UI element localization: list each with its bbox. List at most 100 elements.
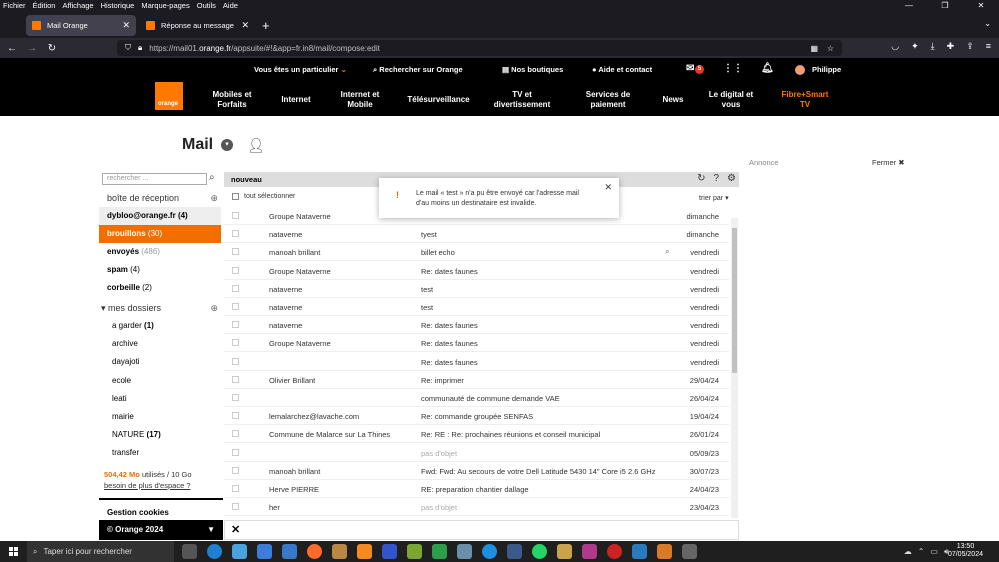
maximize-icon[interactable]: ❐ bbox=[927, 0, 963, 12]
table-row[interactable]: her pas d'objet 23/04/23 bbox=[224, 498, 729, 517]
more-space-link[interactable]: besoin de plus d'espace ? bbox=[104, 481, 192, 490]
new-tab-icon[interactable]: + bbox=[262, 19, 270, 32]
mail-app-icon[interactable] bbox=[282, 544, 297, 559]
avatar[interactable] bbox=[795, 65, 805, 75]
menubar-item[interactable]: Édition bbox=[33, 0, 56, 12]
taskbar-search[interactable]: ⌕ Taper ici pour rechercher bbox=[27, 541, 174, 562]
app-icon[interactable] bbox=[657, 544, 672, 559]
sidebar-item-folder[interactable]: NATURE (17) bbox=[99, 426, 221, 444]
scrollbar-thumb[interactable] bbox=[732, 228, 737, 373]
app-icon[interactable] bbox=[557, 544, 572, 559]
sidebar-item-corbeille[interactable]: corbeille (2) bbox=[99, 279, 221, 297]
table-row[interactable]: Groupe Nataverne Re: dates faunes vendredi bbox=[224, 262, 729, 280]
particulier-menu[interactable]: Vous êtes un particulier ⌄ bbox=[254, 65, 347, 74]
table-row[interactable]: lemalarchez@lavache.com Re: commande grou… bbox=[224, 407, 729, 426]
app-icon[interactable] bbox=[432, 544, 447, 559]
table-row[interactable]: communauté de commune demande VAE 26/04/2… bbox=[224, 389, 729, 407]
inbox-header[interactable]: boîte de réception ⊕ bbox=[99, 189, 221, 207]
close-icon[interactable]: ✕ bbox=[231, 523, 240, 536]
sidebar-item-spam[interactable]: spam (4) bbox=[99, 261, 221, 279]
mail-envelope-icon[interactable]: ✉ bbox=[686, 63, 694, 74]
row-checkbox[interactable] bbox=[232, 248, 239, 256]
header-menu-item[interactable]: TV et divertissement bbox=[493, 90, 551, 110]
menubar-item[interactable]: Fichier bbox=[3, 0, 26, 12]
select-all-checkbox[interactable] bbox=[232, 193, 239, 200]
row-checkbox[interactable] bbox=[232, 466, 239, 474]
explorer-icon[interactable] bbox=[257, 544, 272, 559]
back-icon[interactable]: ← bbox=[2, 43, 22, 54]
menubar-item[interactable]: Aide bbox=[223, 0, 238, 12]
header-menu-item[interactable]: Le digital et vous bbox=[707, 90, 755, 110]
search-input[interactable]: rechercher ... bbox=[102, 173, 207, 185]
search-orange-link[interactable]: ⌕ Rechercher sur Orange bbox=[373, 65, 463, 75]
search-icon[interactable]: ⌕ bbox=[209, 172, 215, 183]
close-ad-button[interactable]: Fermer ✖ bbox=[872, 158, 905, 167]
table-row[interactable]: Groupe Nataverne Re: dates faunes vendredi bbox=[224, 334, 729, 353]
table-row[interactable]: nataverne Re: dates faunes vendredi bbox=[224, 316, 729, 335]
header-menu-item[interactable]: Services de paiement bbox=[585, 90, 631, 110]
tab-reponse-message[interactable]: Réponse au message - Comm... ✕ bbox=[140, 15, 255, 36]
task-view-icon[interactable] bbox=[182, 544, 197, 559]
sidebar-item-folder[interactable]: leati bbox=[99, 390, 221, 408]
qr-icon[interactable]: ▦ bbox=[810, 44, 818, 53]
app-icon[interactable] bbox=[582, 544, 597, 559]
whatsapp-icon[interactable] bbox=[532, 544, 547, 559]
app-icon[interactable] bbox=[507, 544, 522, 559]
store-icon[interactable] bbox=[232, 544, 247, 559]
puzzle-icon[interactable]: ✚ bbox=[947, 41, 955, 52]
windows-start-icon[interactable] bbox=[9, 547, 18, 556]
row-checkbox[interactable] bbox=[232, 375, 239, 383]
chevron-down-icon[interactable]: ▾ bbox=[221, 139, 233, 151]
row-checkbox[interactable] bbox=[232, 485, 239, 492]
header-menu-item[interactable]: Internet bbox=[281, 95, 311, 105]
header-menu-item[interactable]: News bbox=[662, 95, 684, 105]
sidebar-item-folder[interactable]: transfer bbox=[99, 444, 221, 462]
sidebar-item-account[interactable]: dybloo@orange.fr (4) bbox=[99, 207, 221, 225]
list-tabs-icon[interactable]: ⌄ bbox=[984, 19, 991, 28]
bell-icon[interactable]: 🔔︎ bbox=[761, 63, 774, 74]
cookies-link[interactable]: Gestion cookies bbox=[99, 498, 223, 520]
row-checkbox[interactable] bbox=[232, 303, 239, 310]
sort-menu[interactable]: trier par ▾ bbox=[699, 194, 729, 202]
sidebar-item-envoyés[interactable]: envoyés (486) bbox=[99, 243, 221, 261]
gear-icon[interactable]: ⚙ bbox=[727, 173, 736, 184]
header-menu-item[interactable]: Fibre+Smart TV bbox=[780, 90, 830, 110]
app-icon[interactable] bbox=[332, 544, 347, 559]
help-icon[interactable]: ? bbox=[713, 173, 719, 184]
row-checkbox[interactable] bbox=[232, 212, 239, 219]
add-folder-icon[interactable]: ⊕ bbox=[210, 299, 218, 317]
table-row[interactable]: nataverne test vendredi bbox=[224, 280, 729, 298]
table-row[interactable]: Re: dates faunes vendredi bbox=[224, 353, 729, 371]
row-checkbox[interactable] bbox=[232, 357, 239, 365]
shield-icon[interactable]: ⛉ bbox=[125, 43, 131, 53]
row-checkbox[interactable] bbox=[232, 230, 239, 238]
network-icon[interactable]: ▭ bbox=[930, 547, 938, 557]
sidebar-item-folder[interactable]: mairie bbox=[99, 408, 221, 426]
row-checkbox[interactable] bbox=[232, 339, 239, 347]
menubar-item[interactable]: Outils bbox=[197, 0, 216, 12]
lock-icon[interactable]: 🔒︎ bbox=[138, 43, 142, 53]
row-checkbox[interactable] bbox=[232, 266, 239, 274]
row-checkbox[interactable] bbox=[232, 503, 239, 511]
row-checkbox[interactable] bbox=[232, 394, 239, 401]
app-icon[interactable] bbox=[632, 544, 647, 559]
table-row[interactable]: Herve PIERRE RE: preparation chantier dal… bbox=[224, 480, 729, 498]
table-row[interactable]: manoah brillant billet echo ⌕ vendredi bbox=[224, 243, 729, 262]
table-row[interactable]: Olivier Brillant Re: imprimer 29/04/24 bbox=[224, 371, 729, 389]
close-tab-icon[interactable]: ✕ bbox=[241, 20, 249, 31]
chevron-up-icon[interactable]: ⌃ bbox=[918, 547, 925, 557]
table-row[interactable]: pas d'objet 05/09/23 bbox=[224, 444, 729, 462]
orange-logo[interactable]: orange bbox=[155, 82, 183, 110]
header-menu-item[interactable]: Télésurveillance bbox=[407, 95, 470, 105]
sidebar-item-folder[interactable]: archive bbox=[99, 335, 221, 353]
refresh-icon[interactable]: ↻ bbox=[697, 173, 705, 184]
app-icon[interactable] bbox=[682, 544, 697, 559]
add-folder-icon[interactable]: ⊕ bbox=[210, 189, 218, 207]
row-checkbox[interactable] bbox=[232, 284, 239, 292]
vlc-icon[interactable] bbox=[357, 544, 372, 559]
calculator-icon[interactable] bbox=[457, 544, 472, 559]
table-row[interactable]: nataverne test vendredi bbox=[224, 298, 729, 316]
aide-contact-link[interactable]: ● Aide et contact bbox=[592, 65, 652, 74]
url-bar[interactable]: ⛉ 🔒︎ https://mail01.orange.fr/appsuite/#… bbox=[117, 40, 842, 56]
apps-grid-icon[interactable]: ⋮⋮ bbox=[723, 63, 743, 74]
